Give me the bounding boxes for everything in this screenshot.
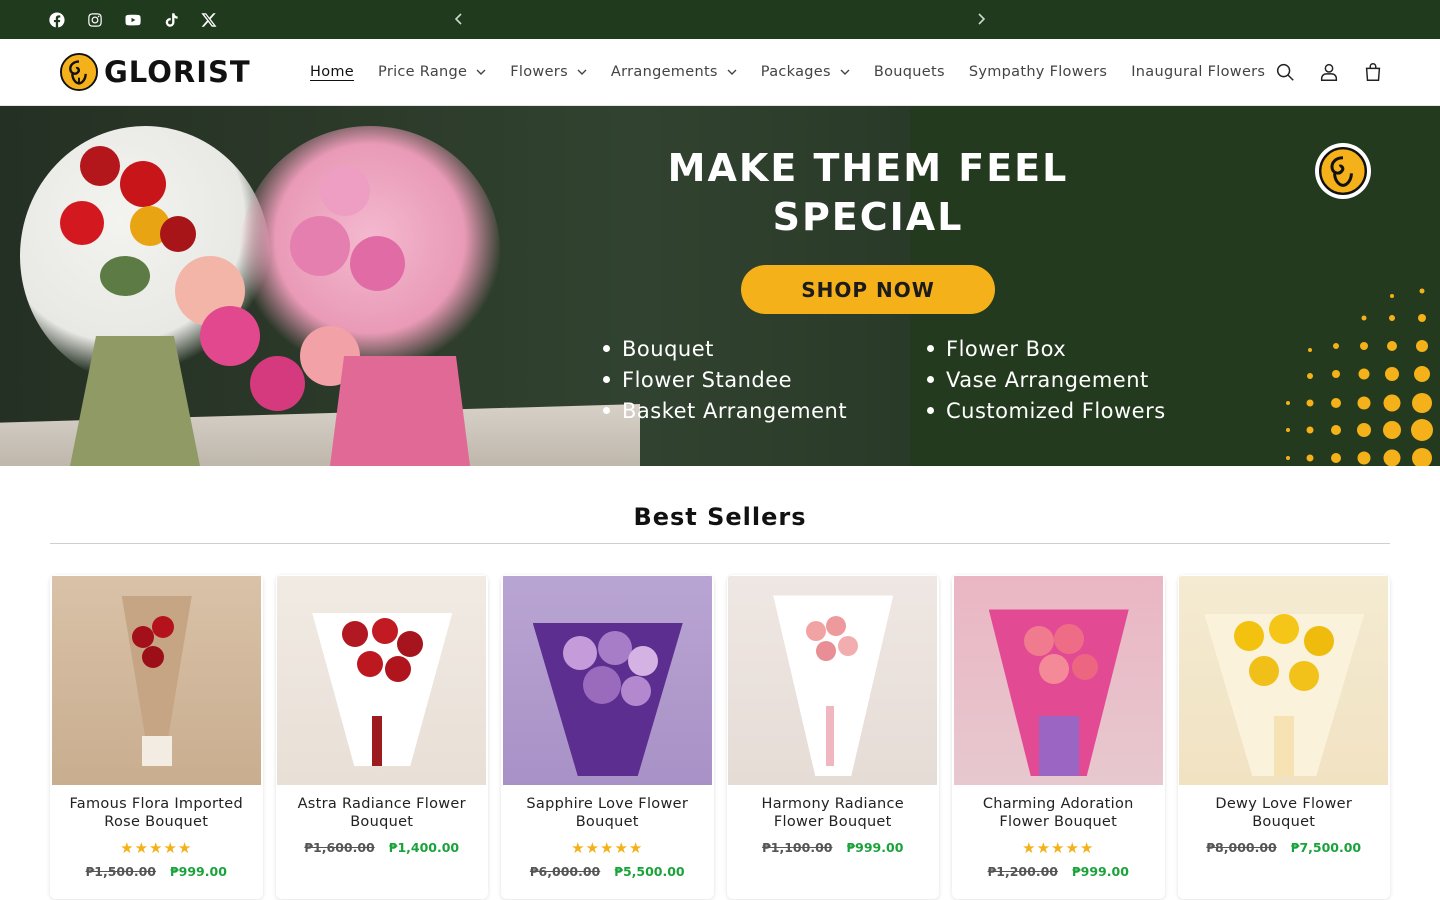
cart-icon[interactable] bbox=[1362, 59, 1384, 85]
product-price: ₱1,200.00 ₱999.00 bbox=[952, 864, 1165, 879]
product-card[interactable]: Sapphire Love Flower Bouquet ★★★★★ ₱6,00… bbox=[501, 575, 714, 899]
instagram-icon[interactable] bbox=[86, 11, 104, 29]
search-icon[interactable] bbox=[1274, 59, 1296, 85]
product-price: ₱6,000.00 ₱5,500.00 bbox=[501, 864, 714, 879]
nav-label: Flowers bbox=[510, 64, 568, 80]
sale-price: ₱5,500.00 bbox=[614, 864, 685, 879]
product-price: ₱8,000.00 ₱7,500.00 bbox=[1178, 840, 1391, 855]
nav-packages[interactable]: Packages bbox=[761, 64, 850, 80]
section-divider bbox=[50, 543, 1390, 544]
product-image[interactable] bbox=[51, 576, 261, 785]
nav-flowers[interactable]: Flowers bbox=[510, 64, 587, 80]
announcement-prev-button[interactable] bbox=[449, 9, 469, 29]
bullet-item: Vase Arrangement bbox=[927, 364, 1166, 395]
sale-price: ₱1,400.00 bbox=[388, 840, 460, 855]
headline-line: SPECIAL bbox=[772, 195, 964, 239]
bullet-item: Flower Standee bbox=[603, 364, 847, 395]
tiktok-icon[interactable] bbox=[162, 11, 180, 29]
main-nav: Home Price Range Flowers Arrangements Pa… bbox=[310, 39, 1265, 105]
product-name: Sapphire Love Flower Bouquet bbox=[526, 796, 689, 830]
hero-banner[interactable]: MAKE THEM FEEL SPECIAL SHOP NOW Bouquet … bbox=[0, 106, 1440, 466]
product-name: Charming Adoration Flower Bouquet bbox=[982, 796, 1134, 830]
chevron-down-icon bbox=[840, 69, 850, 75]
original-price: ₱1,200.00 bbox=[987, 864, 1058, 879]
nav-label: Packages bbox=[760, 64, 831, 80]
nav-bouquets[interactable]: Bouquets bbox=[874, 64, 945, 80]
product-card[interactable]: Astra Radiance Flower Bouquet ₱1,600.00 … bbox=[275, 575, 489, 899]
product-image[interactable] bbox=[277, 576, 487, 785]
rating-stars-icon: ★★★★★ bbox=[1022, 839, 1095, 857]
banner-logo-badge bbox=[1315, 143, 1371, 199]
product-image[interactable] bbox=[1179, 576, 1389, 785]
bullet-item: Customized Flowers bbox=[927, 395, 1166, 426]
original-price: ₱1,500.00 bbox=[85, 864, 156, 879]
shop-now-button[interactable]: SHOP NOW bbox=[741, 265, 995, 314]
nav-label: Arrangements bbox=[610, 64, 718, 80]
decorative-dots bbox=[1286, 288, 1433, 466]
sale-price: ₱999.00 bbox=[169, 864, 227, 879]
product-price: ₱1,100.00 ₱999.00 bbox=[727, 840, 940, 855]
original-price: ₱1,600.00 bbox=[304, 840, 375, 855]
original-price: ₱6,000.00 bbox=[529, 864, 601, 879]
product-grid: Famous Flora Imported Rose Bouquet ★★★★★… bbox=[50, 575, 1390, 899]
product-card[interactable]: Harmony Radiance Flower Bouquet ₱1,100.0… bbox=[726, 575, 940, 899]
youtube-icon[interactable] bbox=[124, 11, 142, 29]
product-price: ₱1,500.00 ₱999.00 bbox=[50, 864, 263, 879]
product-card[interactable]: Famous Flora Imported Rose Bouquet ★★★★★… bbox=[50, 575, 263, 899]
nav-label: Price Range bbox=[378, 64, 468, 80]
chevron-down-icon bbox=[727, 69, 737, 75]
product-name: Famous Flora Imported Rose Bouquet bbox=[69, 796, 243, 830]
announcement-bar bbox=[0, 0, 1440, 39]
nav-arrangements[interactable]: Arrangements bbox=[611, 64, 737, 80]
nav-sympathy-flowers[interactable]: Sympathy Flowers bbox=[969, 64, 1107, 80]
bullet-item: Bouquet bbox=[603, 333, 847, 364]
announcement-next-button[interactable] bbox=[971, 9, 991, 29]
account-icon[interactable] bbox=[1318, 59, 1340, 85]
rose-logo-icon bbox=[60, 53, 98, 91]
logo-text: GLORIST bbox=[104, 55, 251, 89]
product-image[interactable] bbox=[953, 576, 1163, 785]
site-header: GLORIST Home Price Range Flowers Arrange… bbox=[0, 39, 1440, 106]
product-name: Harmony Radiance Flower Bouquet bbox=[761, 796, 904, 830]
social-links bbox=[48, 0, 218, 39]
banner-bullets-left: Bouquet Flower Standee Basket Arrangemen… bbox=[603, 333, 847, 426]
nav-label: Sympathy Flowers bbox=[968, 64, 1108, 80]
sale-price: ₱999.00 bbox=[1071, 864, 1129, 879]
banner-bullets-right: Flower Box Vase Arrangement Customized F… bbox=[927, 333, 1166, 426]
product-image[interactable] bbox=[728, 576, 938, 785]
sale-price: ₱999.00 bbox=[846, 840, 904, 855]
x-icon[interactable] bbox=[200, 11, 218, 29]
header-actions bbox=[1274, 59, 1384, 85]
original-price: ₱1,100.00 bbox=[762, 840, 833, 855]
chevron-right-icon bbox=[978, 13, 986, 25]
bullet-item: Flower Box bbox=[927, 333, 1166, 364]
product-card[interactable]: Charming Adoration Flower Bouquet ★★★★★ … bbox=[952, 575, 1165, 899]
best-sellers-title: Best Sellers bbox=[633, 503, 807, 531]
nav-label: Inaugural Flowers bbox=[1131, 64, 1266, 80]
chevron-left-icon bbox=[454, 13, 462, 25]
product-card[interactable]: Dewy Love Flower Bouquet ₱8,000.00 ₱7,50… bbox=[1177, 575, 1391, 899]
rating-stars-icon: ★★★★★ bbox=[120, 839, 193, 857]
facebook-icon[interactable] bbox=[48, 11, 66, 29]
nav-price-range[interactable]: Price Range bbox=[378, 64, 486, 80]
banner-headline: MAKE THEM FEEL SPECIAL bbox=[588, 144, 1148, 242]
product-name: Astra Radiance Flower Bouquet bbox=[297, 796, 466, 830]
chevron-down-icon bbox=[577, 69, 587, 75]
nav-label: Home bbox=[310, 64, 355, 80]
original-price: ₱8,000.00 bbox=[1206, 840, 1277, 855]
product-price: ₱1,600.00 ₱1,400.00 bbox=[276, 840, 489, 855]
chevron-down-icon bbox=[476, 69, 486, 75]
rose-logo-icon bbox=[1319, 147, 1367, 195]
nav-inaugural-flowers[interactable]: Inaugural Flowers bbox=[1131, 64, 1265, 80]
nav-home[interactable]: Home bbox=[310, 64, 354, 80]
product-name: Dewy Love Flower Bouquet bbox=[1215, 796, 1353, 830]
sale-price: ₱7,500.00 bbox=[1290, 840, 1362, 855]
site-logo[interactable]: GLORIST bbox=[60, 53, 251, 91]
rating-stars-icon: ★★★★★ bbox=[571, 839, 644, 857]
product-image[interactable] bbox=[502, 576, 712, 785]
nav-label: Bouquets bbox=[873, 64, 945, 80]
bullet-item: Basket Arrangement bbox=[603, 395, 847, 426]
headline-line: MAKE THEM FEEL bbox=[667, 146, 1069, 190]
